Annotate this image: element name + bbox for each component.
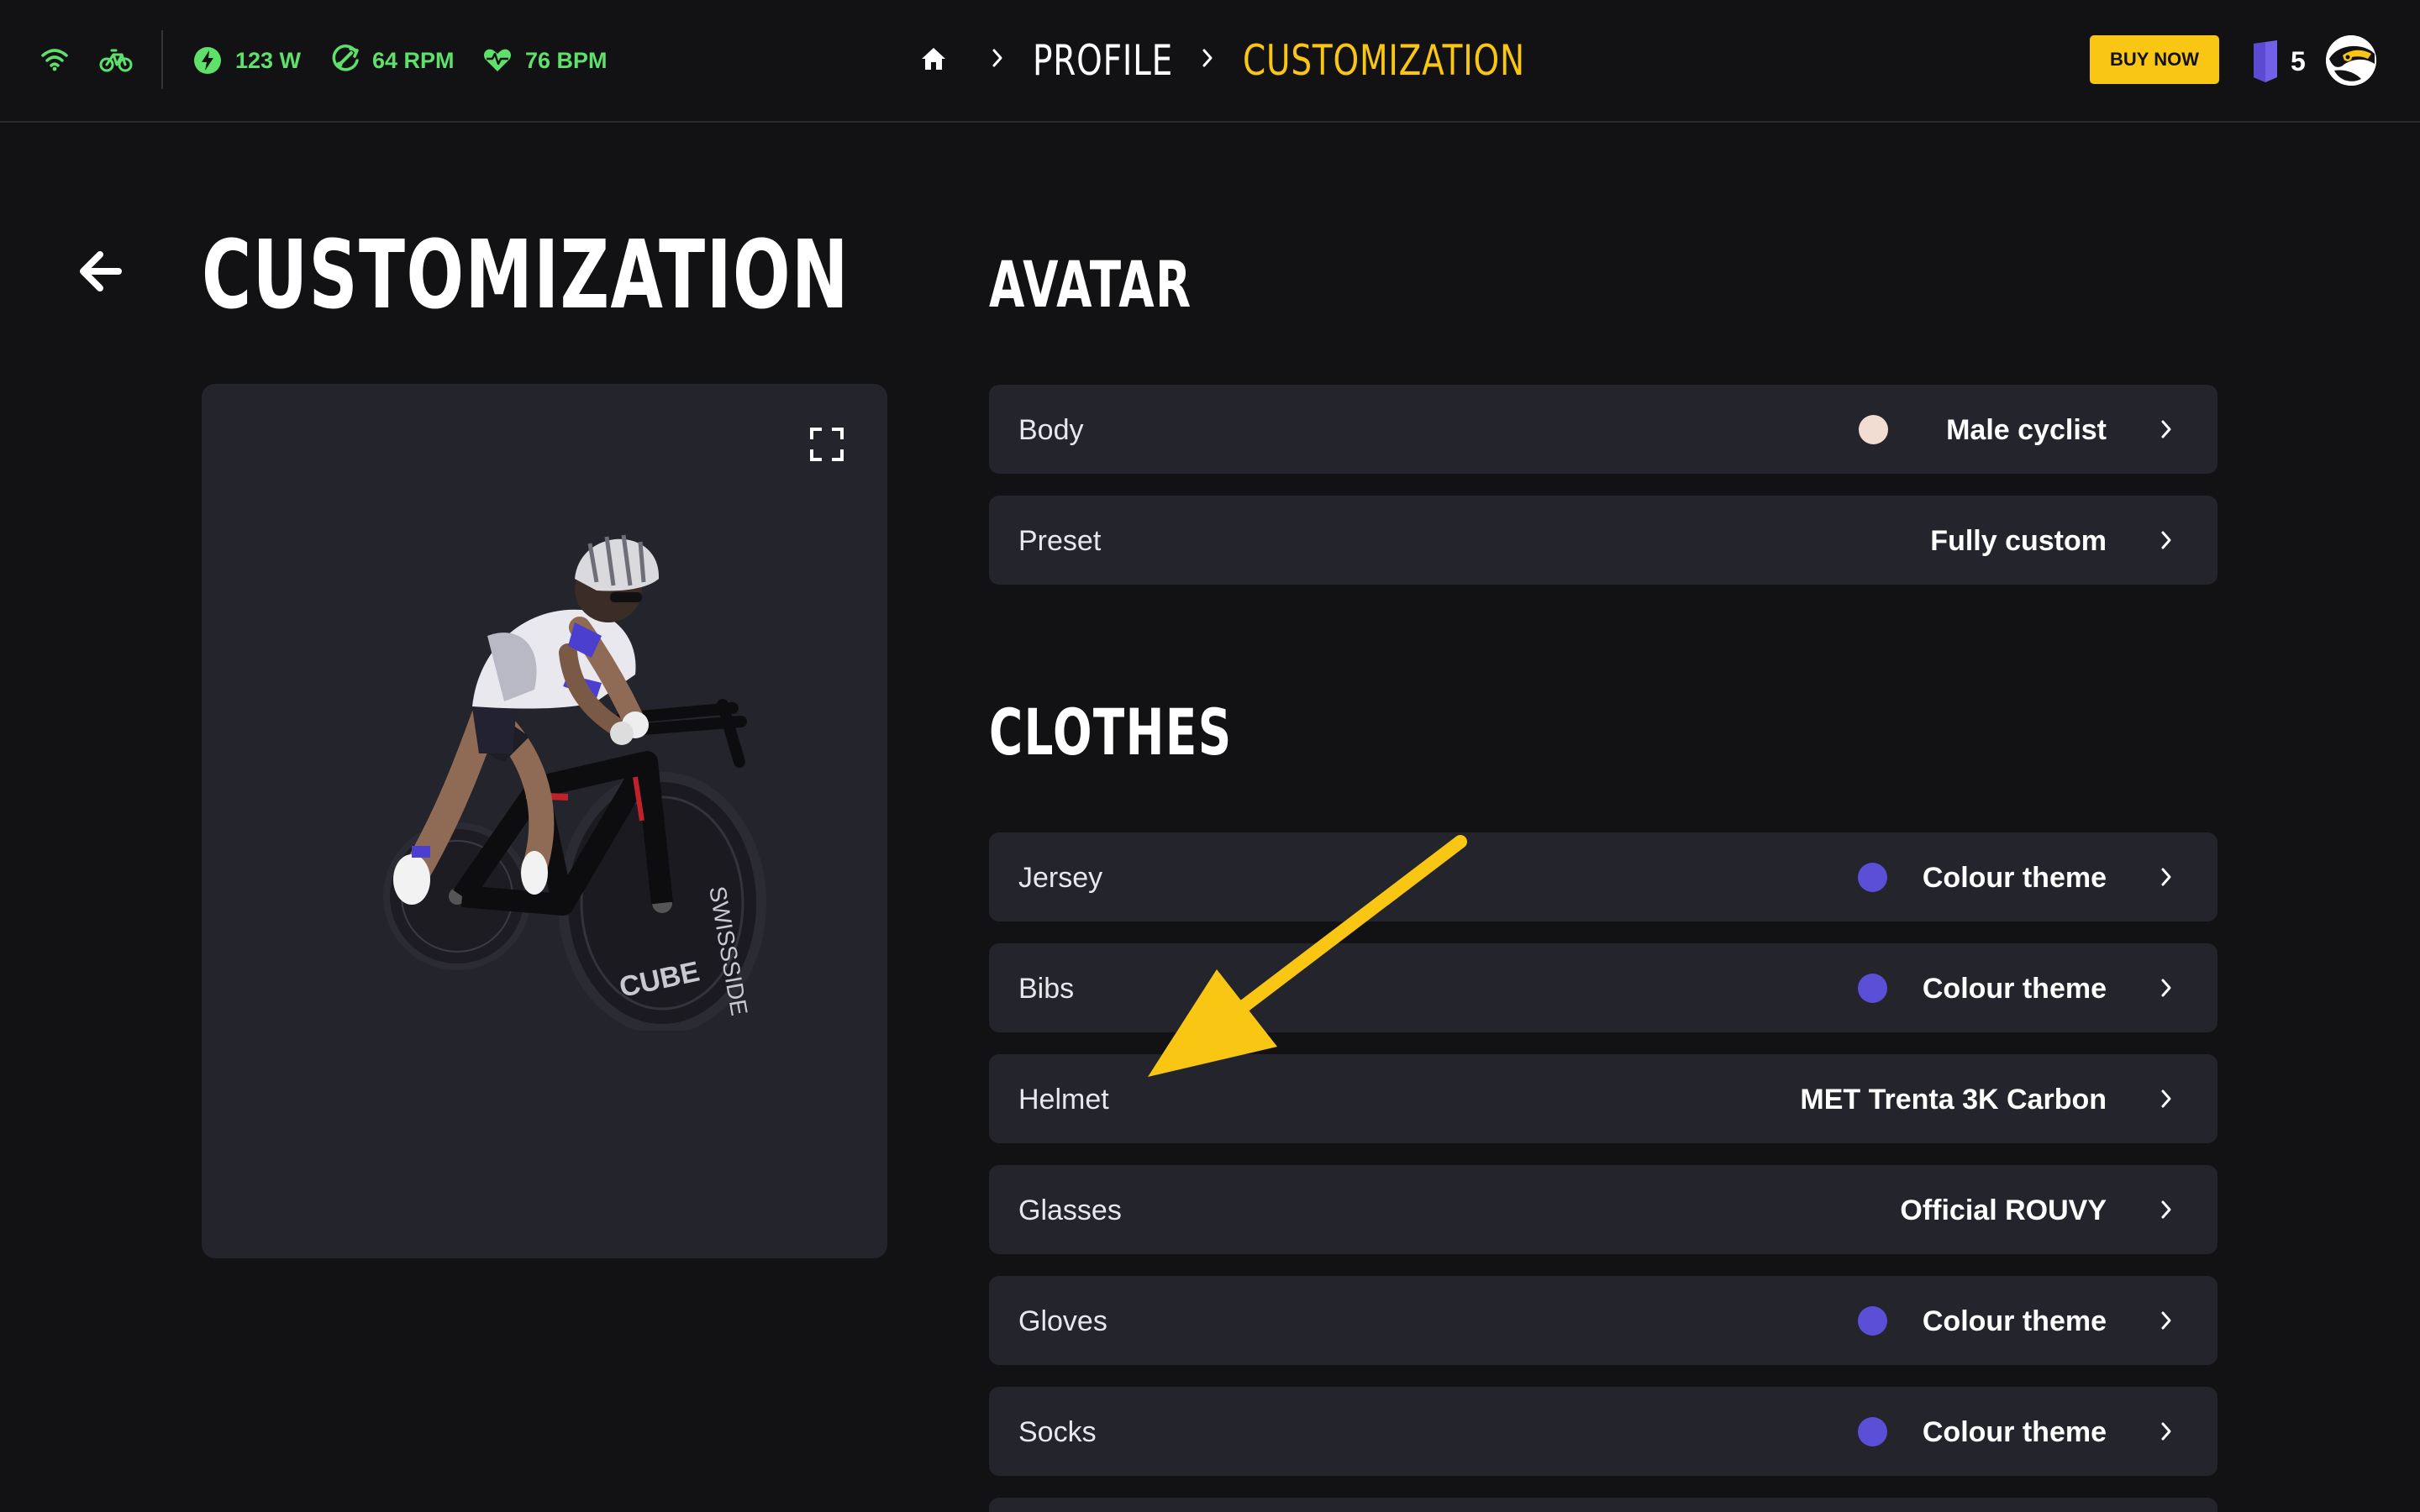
chevron-right-icon <box>2160 419 2172 444</box>
row-value: Colour theme <box>1922 1416 2107 1448</box>
breadcrumb-customization: CUSTOMIZATION <box>1243 36 1525 85</box>
heart-rate-value: 76 BPM <box>525 48 608 73</box>
chevron-right-icon <box>2160 1200 2172 1224</box>
home-icon[interactable] <box>920 46 947 76</box>
level-badge-icon <box>2249 39 2282 88</box>
bolt-icon <box>193 46 222 75</box>
heart-rate-icon <box>483 47 512 72</box>
avatar-section-title: AVATAR <box>989 247 1192 322</box>
colour-swatch <box>1858 974 1887 1003</box>
row-label: Helmet <box>1018 1084 1109 1116</box>
topbar-divider <box>161 30 163 89</box>
row-label: Glasses <box>1018 1194 1122 1226</box>
chevron-right-icon <box>1202 48 1213 72</box>
row-value: Colour theme <box>1922 862 2107 894</box>
chevron-right-icon <box>2160 867 2172 891</box>
row-label: Jersey <box>1018 862 1103 894</box>
cadence-icon <box>330 45 360 75</box>
power-value: 123 W <box>235 48 302 73</box>
bike-icon[interactable] <box>99 46 133 73</box>
row-label: Body <box>1018 414 1084 446</box>
buy-now-button[interactable]: BUY NOW <box>2090 35 2219 84</box>
preset-row[interactable]: Preset Fully custom <box>989 496 2217 585</box>
annotation-arrow <box>1148 835 1467 1077</box>
wifi-icon[interactable] <box>40 46 69 71</box>
body-row[interactable]: Body Male cyclist <box>989 385 2217 474</box>
chevron-right-icon <box>2160 1310 2172 1335</box>
chevron-right-icon <box>2160 978 2172 1002</box>
user-avatar[interactable] <box>2326 35 2376 86</box>
next-clothing-row[interactable] <box>989 1498 2217 1512</box>
row-value: Official ROUVY <box>1900 1194 2107 1226</box>
top-bar: 123 W 64 RPM 76 BPM PROFILE CUSTOMIZATIO… <box>0 0 2420 123</box>
row-label: Preset <box>1018 525 1102 557</box>
fullscreen-icon[interactable] <box>810 428 844 465</box>
skin-colour-swatch <box>1859 415 1888 444</box>
row-label: Socks <box>1018 1416 1097 1448</box>
glasses-row[interactable]: Glasses Official ROUVY <box>989 1165 2217 1254</box>
socks-row[interactable]: Socks Colour theme <box>989 1387 2217 1476</box>
level-count: 5 <box>2291 46 2306 76</box>
colour-swatch <box>1858 863 1887 892</box>
chevron-right-icon <box>992 48 1003 72</box>
page-title: CUSTOMIZATION <box>202 221 850 330</box>
row-value: Colour theme <box>1922 1305 2107 1337</box>
row-value: Male cyclist <box>1946 414 2107 446</box>
clothes-section-title: CLOTHES <box>989 695 1233 769</box>
breadcrumb-profile[interactable]: PROFILE <box>1033 35 1173 86</box>
cyclist-avatar-illustration: SWISSSIDE CUBE <box>383 534 766 1031</box>
chevron-right-icon <box>2160 530 2172 554</box>
row-value: Colour theme <box>1922 973 2107 1005</box>
cadence-value: 64 RPM <box>372 48 455 73</box>
chevron-right-icon <box>2160 1421 2172 1446</box>
avatar-preview[interactable]: SWISSSIDE CUBE <box>202 384 887 1258</box>
chevron-right-icon <box>2160 1089 2172 1113</box>
gloves-row[interactable]: Gloves Colour theme <box>989 1276 2217 1365</box>
back-arrow-icon[interactable] <box>80 251 122 296</box>
row-value: MET Trenta 3K Carbon <box>1800 1084 2107 1116</box>
row-label: Gloves <box>1018 1305 1107 1337</box>
row-value: Fully custom <box>1930 525 2107 557</box>
row-label: Bibs <box>1018 973 1075 1005</box>
colour-swatch <box>1858 1417 1887 1446</box>
colour-swatch <box>1858 1306 1887 1336</box>
